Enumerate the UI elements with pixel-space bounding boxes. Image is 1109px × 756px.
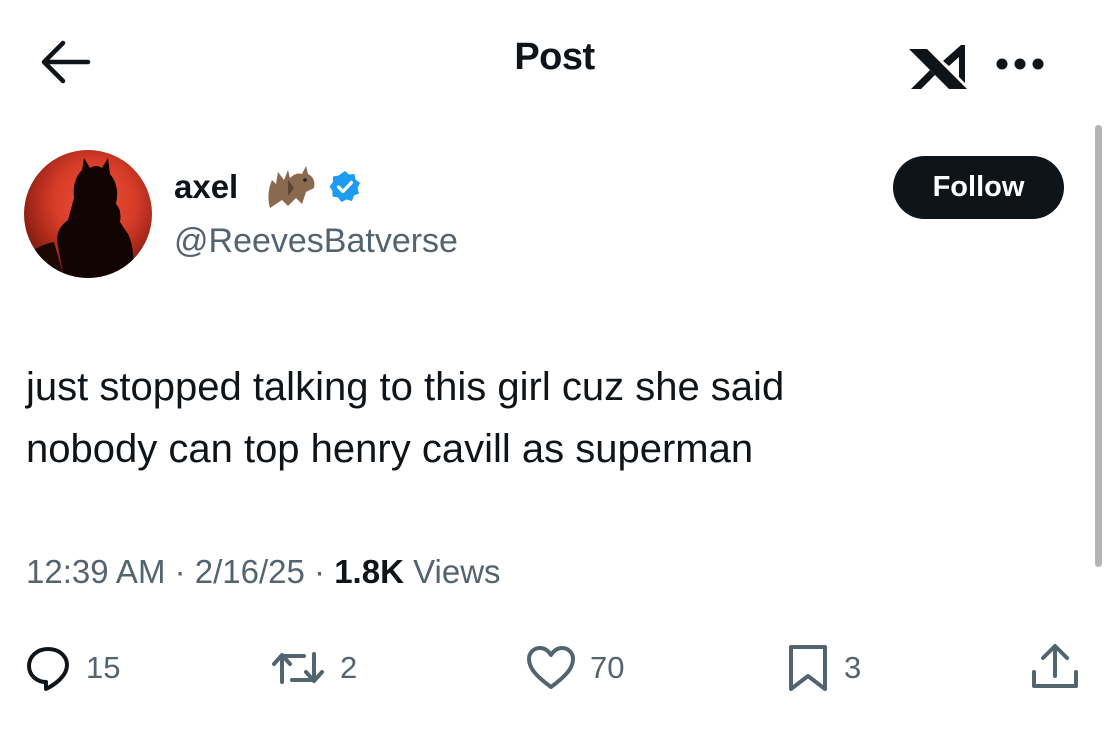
like-count: 70 (590, 650, 625, 685)
tweet-text: just stopped talking to this girl cuz sh… (26, 356, 1066, 480)
batman-silhouette-icon (24, 158, 134, 278)
reply-count: 15 (86, 650, 121, 685)
tweet-text-line: nobody can top henry cavill as superman (26, 427, 754, 471)
bookmark-button[interactable]: 3 (786, 642, 861, 694)
tweet-text-line: just stopped talking to this girl cuz sh… (26, 365, 785, 409)
views-label: Views (403, 553, 501, 590)
avatar[interactable] (24, 150, 152, 278)
scrollbar[interactable] (1095, 125, 1102, 567)
heart-icon (526, 645, 576, 691)
user-handle[interactable]: @ReevesBatverse (174, 222, 458, 261)
more-options-button[interactable] (990, 52, 1050, 76)
bat-emoji-icon (262, 158, 318, 214)
grok-logo-icon[interactable] (905, 43, 971, 91)
tweet-meta: 12:39 AM · 2/16/25 · 1.8K Views (26, 553, 501, 591)
share-button[interactable] (1028, 642, 1082, 694)
tweet-time[interactable]: 12:39 AM (26, 553, 165, 590)
reply-icon (24, 644, 72, 692)
views-count: 1.8K (334, 553, 404, 590)
display-name[interactable]: axel (174, 168, 238, 206)
meta-separator: · (304, 553, 335, 590)
follow-button[interactable]: Follow (893, 156, 1064, 219)
share-icon (1028, 642, 1082, 694)
repost-button[interactable]: 2 (270, 642, 357, 694)
verified-badge-icon (328, 170, 362, 204)
reply-button[interactable]: 15 (24, 642, 120, 694)
repost-icon (270, 644, 326, 692)
meta-separator: · (165, 553, 195, 590)
bookmark-count: 3 (844, 650, 862, 685)
tweet-date[interactable]: 2/16/25 (195, 553, 305, 590)
like-button[interactable]: 70 (526, 642, 624, 694)
repost-count: 2 (340, 650, 358, 685)
bookmark-icon (786, 643, 830, 693)
more-dots-icon (990, 52, 1050, 76)
